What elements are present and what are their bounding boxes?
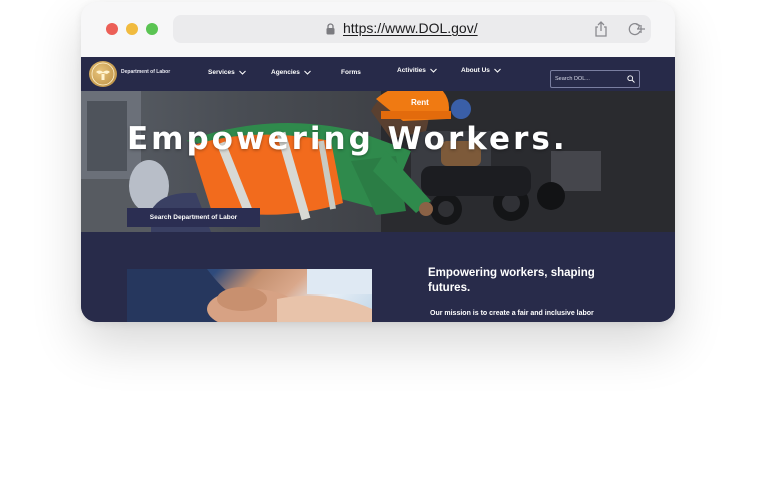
maximize-window-button[interactable] xyxy=(146,23,158,35)
url-text[interactable]: https://www.DOL.gov/ xyxy=(343,20,478,36)
close-window-button[interactable] xyxy=(106,23,118,35)
site-search-box[interactable] xyxy=(550,70,640,88)
site-search-input[interactable] xyxy=(555,74,619,84)
nav-item-activities[interactable]: Activities xyxy=(397,67,437,74)
chevron-down-icon xyxy=(238,70,246,75)
about-heading: Empowering workers, shaping futures. xyxy=(428,267,595,294)
nav-label: About Us xyxy=(461,67,490,74)
dol-seal-logo[interactable] xyxy=(89,61,117,87)
nav-label: Agencies xyxy=(271,69,300,76)
minimize-window-button[interactable] xyxy=(126,23,138,35)
nav-item-services[interactable]: Services xyxy=(208,69,246,76)
browser-window: https://www.DOL.gov/ Department of Labor… xyxy=(81,2,675,322)
hero-banner: Rent Empowering Workers. Search Departme… xyxy=(81,91,675,232)
reload-icon[interactable] xyxy=(627,21,645,37)
chevron-down-icon xyxy=(430,68,437,73)
chevron-down-icon xyxy=(494,68,501,73)
nav-item-about-us[interactable]: About Us xyxy=(461,67,501,74)
share-icon[interactable] xyxy=(593,21,609,37)
nav-item-agencies[interactable]: Agencies xyxy=(271,69,311,76)
handshake-photo xyxy=(127,269,372,322)
search-icon[interactable] xyxy=(627,75,635,83)
browser-titlebar: https://www.DOL.gov/ xyxy=(81,2,675,58)
eagle-emblem-icon xyxy=(91,62,115,86)
search-dol-button[interactable]: Search Department of Labor xyxy=(127,208,260,227)
handshake-image xyxy=(127,269,372,322)
address-bar[interactable]: https://www.DOL.gov/ xyxy=(173,15,651,43)
logo-text[interactable]: Department of Labor xyxy=(121,69,170,75)
about-section: Empowering workers, shaping futures. Our… xyxy=(81,232,675,322)
nav-label: Forms xyxy=(341,69,361,76)
about-body-text: Our mission is to create a fair and incl… xyxy=(430,310,594,317)
lock-icon xyxy=(326,23,335,35)
website-viewport: Department of Labor Services Agencies Fo… xyxy=(81,57,675,322)
nav-item-forms[interactable]: Forms xyxy=(341,69,361,76)
site-navbar: Department of Labor Services Agencies Fo… xyxy=(81,57,675,91)
hero-title: Empowering Workers. xyxy=(127,121,568,157)
nav-label: Services xyxy=(208,69,235,76)
nav-label: Activities xyxy=(397,67,426,74)
svg-text:Rent: Rent xyxy=(411,98,429,107)
chevron-down-icon xyxy=(304,70,311,75)
